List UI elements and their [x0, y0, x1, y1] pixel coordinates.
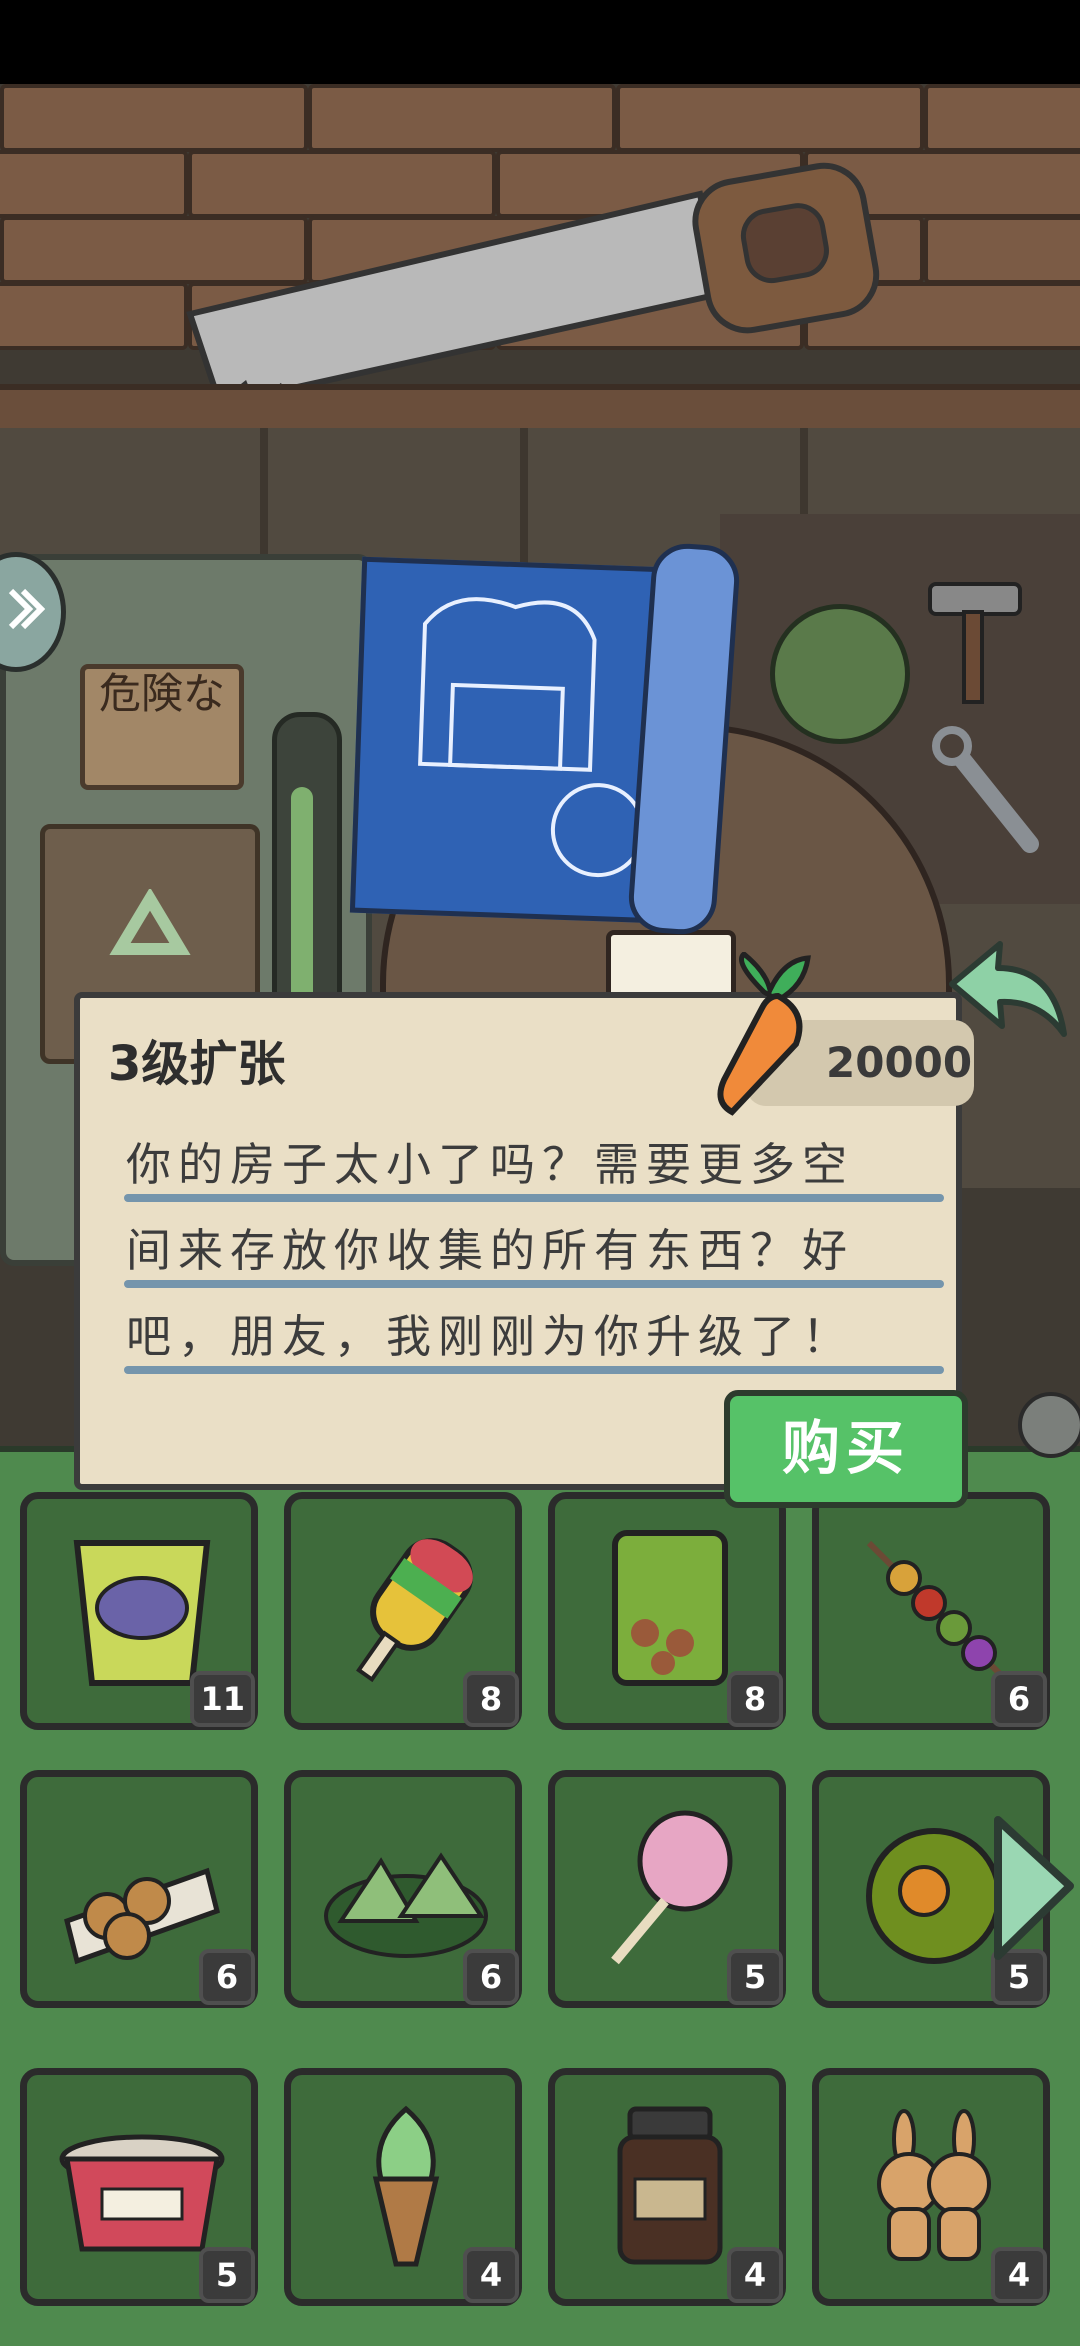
item-count: 5	[727, 1949, 783, 2005]
coffee-jar-icon	[617, 2106, 723, 2265]
gingerbread-rabbits-icon	[877, 2109, 991, 2261]
description-line-2: 间来存放你收集的所有东西？好	[126, 1224, 855, 1277]
inventory-slot[interactable]: 5	[20, 2068, 258, 2306]
inventory-slot[interactable]: 8	[548, 1492, 786, 1730]
instant-ramen-bowl-icon	[59, 2134, 225, 2252]
brick	[924, 84, 1080, 152]
item-count: 8	[463, 1671, 519, 1727]
text-underline	[124, 1280, 944, 1288]
wrench-icon	[932, 726, 1039, 853]
brick	[0, 282, 188, 350]
inventory-slot[interactable]: 4	[548, 2068, 786, 2306]
cup-noodles-icon	[73, 1540, 211, 1686]
helmet	[770, 604, 910, 744]
blueprint	[349, 556, 673, 924]
item-count: 6	[463, 1949, 519, 2005]
cotton-candy-icon	[611, 1810, 733, 1965]
wooden-shelf	[0, 384, 1080, 434]
item-count: 4	[727, 2247, 783, 2303]
danger-sign: 危険な	[80, 664, 244, 790]
house-sketch-icon	[418, 597, 645, 878]
inventory-slot[interactable]: 6	[812, 1492, 1050, 1730]
chips-bag-icon	[612, 1530, 728, 1686]
buy-button[interactable]: 购买	[724, 1390, 968, 1508]
inventory-slot[interactable]: 5	[548, 1770, 786, 2008]
inventory-slot[interactable]: 6	[284, 1770, 522, 2008]
item-count: 4	[991, 2247, 1047, 2303]
popsicle-icon	[356, 1538, 474, 1683]
item-count: 11	[190, 1671, 255, 1727]
text-underline	[124, 1194, 944, 1202]
item-count: 8	[727, 1671, 783, 1727]
description-line-3: 吧，朋友，我刚刚为你升级了！	[126, 1310, 855, 1363]
item-count: 4	[463, 2247, 519, 2303]
carrot-icon	[717, 952, 811, 1116]
saw-icon	[186, 162, 880, 384]
item-count: 6	[991, 1671, 1047, 1727]
description-line-1: 你的房子太小了吗？需要更多空	[126, 1138, 855, 1191]
rice-cakes-icon	[324, 1852, 488, 1958]
double-chevron-icon	[8, 588, 45, 630]
scroll-right-arrow-icon[interactable]	[984, 1808, 1080, 1968]
inventory-panel: 11 8 8 6 6 6 5 5 5 4 4 4	[0, 1446, 1080, 2346]
inventory-slot[interactable]: 4	[812, 2068, 1050, 2306]
danger-sign-text: 危険な	[98, 669, 225, 718]
small-round-button[interactable]	[1018, 1392, 1080, 1458]
skewer-icon	[866, 1540, 1012, 1686]
dialog-title: 3级扩张	[108, 1036, 286, 1092]
item-count: 6	[199, 1949, 255, 2005]
inventory-slot[interactable]: 8	[284, 1492, 522, 1730]
inventory-slot[interactable]: 4	[284, 2068, 522, 2306]
text-underline	[124, 1366, 944, 1374]
item-count: 5	[199, 2247, 255, 2303]
inventory-slot[interactable]: 6	[20, 1770, 258, 2008]
inventory-slot[interactable]: 11	[20, 1492, 258, 1730]
back-arrow-icon[interactable]	[944, 938, 1074, 1048]
takoyaki-icon	[64, 1867, 220, 1965]
gauge-fill	[291, 787, 313, 1027]
brick	[924, 216, 1080, 284]
taiyaki-ice-cream-icon	[372, 2105, 440, 2267]
brick	[0, 150, 188, 218]
